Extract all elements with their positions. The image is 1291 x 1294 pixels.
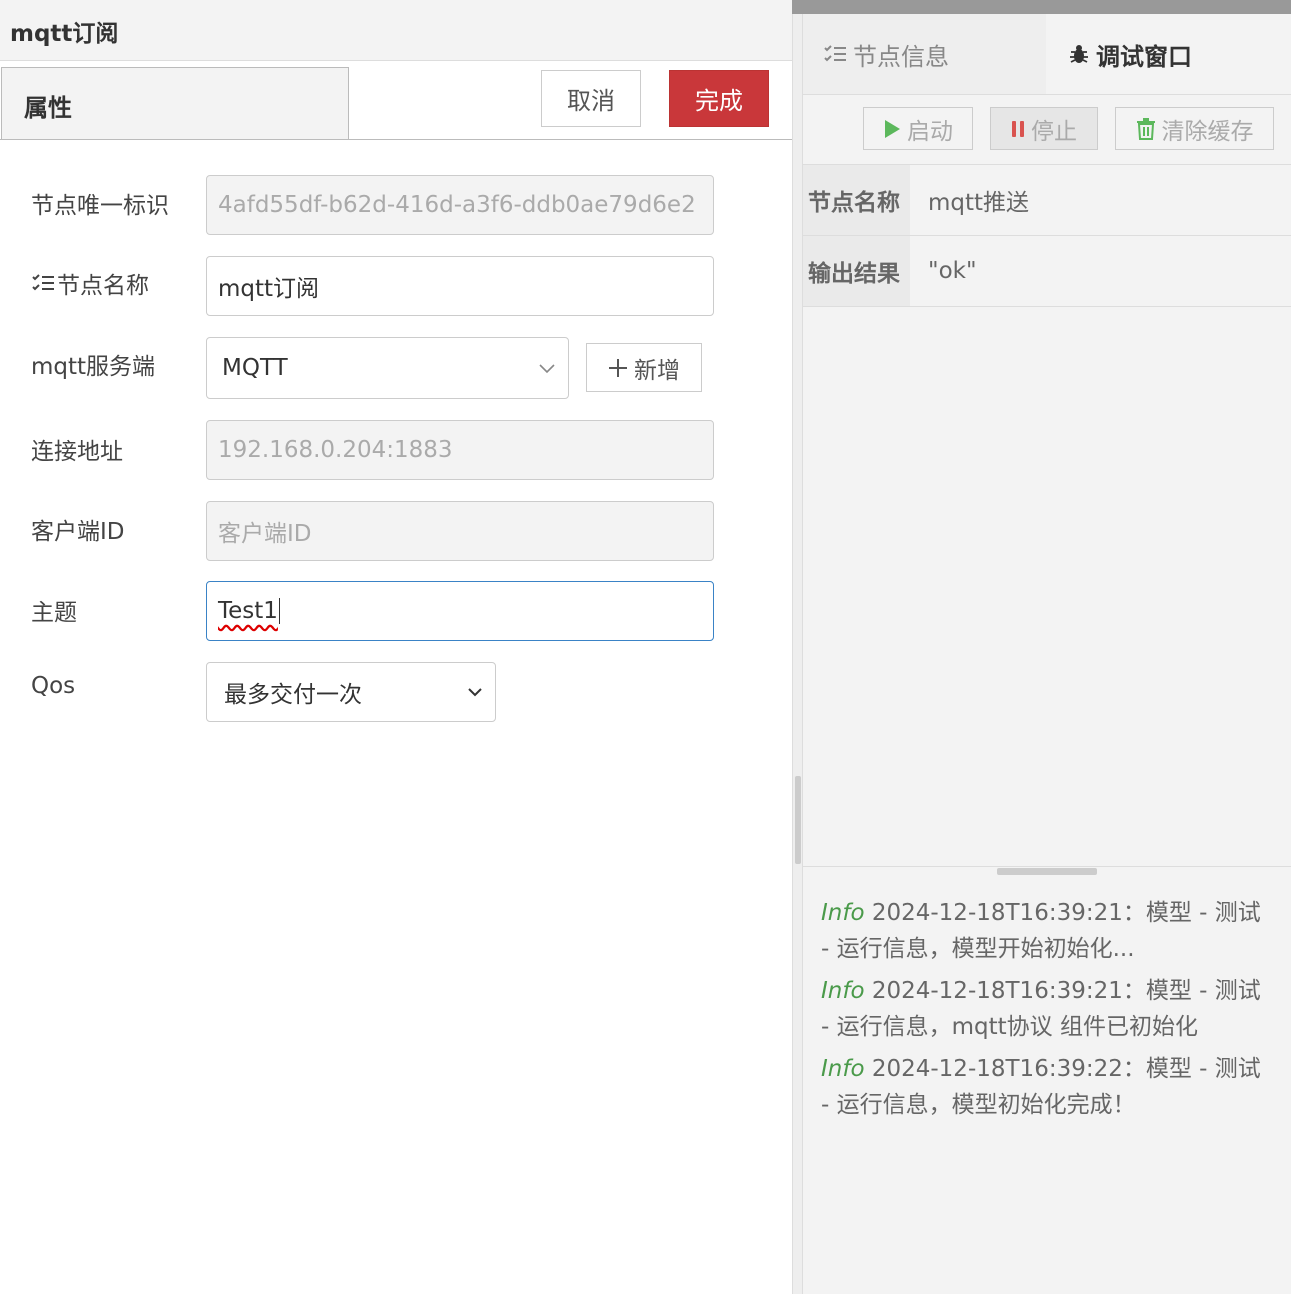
node-id-label: 节点唯一标识 [31, 193, 169, 219]
splitter-grip[interactable] [795, 776, 801, 864]
stop-label: 停止 [1031, 118, 1077, 145]
client-id-label: 客户端ID [31, 519, 125, 545]
bug-icon [1070, 45, 1088, 63]
tab-debug-label: 调试窗口 [1096, 42, 1192, 71]
qos-select[interactable]: 最多交付一次 [206, 662, 496, 722]
cancel-button[interactable]: 取消 [541, 70, 641, 127]
log-resize-handle[interactable] [997, 868, 1097, 875]
log-entry: Info 2024-12-18T16:39:21：模型 - 测试 - 运行信息，… [821, 973, 1276, 1045]
log-level: Info [821, 900, 865, 926]
topic-label: 主题 [31, 600, 77, 626]
detail-key: 输出结果 [803, 236, 910, 306]
mqtt-server-value: MQTT [222, 355, 288, 381]
tab-properties-label: 属性 [24, 94, 72, 122]
tab-node-info[interactable]: 节点信息 [803, 14, 1046, 94]
log-list: Info 2024-12-18T16:39:21：模型 - 测试 - 运行信息，… [821, 895, 1276, 1129]
node-editor-panel: mqtt订阅 属性 取消 完成 节点唯一标识 4afd55df-b62d-416… [0, 0, 792, 1294]
node-name-label: 节点名称 [31, 266, 149, 300]
log-separator [803, 866, 1291, 867]
trash-icon [1136, 117, 1155, 140]
detail-key: 节点名称 [803, 165, 910, 235]
log-level: Info [821, 1056, 865, 1082]
play-icon [885, 119, 900, 138]
add-server-label: 新增 [634, 357, 680, 384]
add-server-button[interactable]: 新增 [586, 343, 702, 392]
log-entry: Info 2024-12-18T16:39:21：模型 - 测试 - 运行信息，… [821, 895, 1276, 967]
node-name-input[interactable]: mqtt订阅 [206, 256, 714, 316]
editor-tab-strip: 属性 取消 完成 [0, 61, 792, 140]
start-button[interactable]: 启动 [863, 107, 973, 150]
list-icon [824, 45, 846, 62]
mqtt-server-select[interactable]: MQTT [206, 337, 569, 399]
log-level: Info [821, 978, 865, 1004]
topic-value: Test1 [218, 598, 278, 624]
text-cursor [278, 598, 280, 624]
clear-cache-label: 清除缓存 [1161, 118, 1254, 145]
node-name-label-text: 节点名称 [57, 273, 149, 299]
log-text: 2024-12-18T16:39:21：模型 - 测试 - 运行信息，mqtt协… [821, 978, 1261, 1040]
node-id-field: 4afd55df-b62d-416d-a3f6-ddb0ae79d6e2 [206, 175, 714, 235]
qos-value: 最多交付一次 [224, 682, 362, 708]
done-button[interactable]: 完成 [669, 70, 769, 127]
mqtt-server-label: mqtt服务端 [31, 354, 156, 380]
list-icon [32, 274, 54, 291]
start-label: 启动 [907, 118, 953, 145]
plus-icon [609, 358, 627, 377]
editor-title: mqtt订阅 [10, 21, 119, 47]
qos-label: Qos [31, 673, 76, 699]
detail-value: mqtt推送 [928, 190, 1030, 216]
pause-icon [1012, 120, 1024, 137]
log-text: 2024-12-18T16:39:22：模型 - 测试 - 运行信息，模型初始化… [821, 1056, 1261, 1118]
topic-input[interactable]: Test1 [206, 581, 714, 641]
address-label: 连接地址 [31, 439, 123, 465]
detail-value: "ok" [928, 258, 977, 284]
log-text: 2024-12-18T16:39:21：模型 - 测试 - 运行信息，模型开始初… [821, 900, 1261, 962]
chevron-down-icon [539, 364, 555, 374]
panel-splitter[interactable] [792, 0, 803, 1294]
clear-cache-button[interactable]: 清除缓存 [1115, 107, 1274, 150]
sidebar-top-bar [792, 0, 1291, 14]
sidebar-panel: 节点信息 调试窗口 启动 停止 清除缓存 节点名称 mqtt推送 输出结果 "o… [792, 0, 1291, 1294]
tab-debug[interactable]: 调试窗口 [1046, 14, 1291, 94]
tab-node-info-label: 节点信息 [853, 42, 949, 71]
address-field: 192.168.0.204:1883 [206, 420, 714, 480]
chevron-down-icon [468, 688, 482, 697]
log-entry: Info 2024-12-18T16:39:22：模型 - 测试 - 运行信息，… [821, 1051, 1276, 1123]
detail-row: 输出结果 "ok" [803, 236, 1291, 307]
tab-divider [803, 94, 1291, 95]
client-id-input[interactable]: 客户端ID [206, 501, 714, 561]
stop-button[interactable]: 停止 [990, 107, 1098, 150]
tab-properties[interactable]: 属性 [1, 67, 349, 139]
detail-row: 节点名称 mqtt推送 [803, 165, 1291, 236]
editor-header: mqtt订阅 [0, 0, 792, 61]
